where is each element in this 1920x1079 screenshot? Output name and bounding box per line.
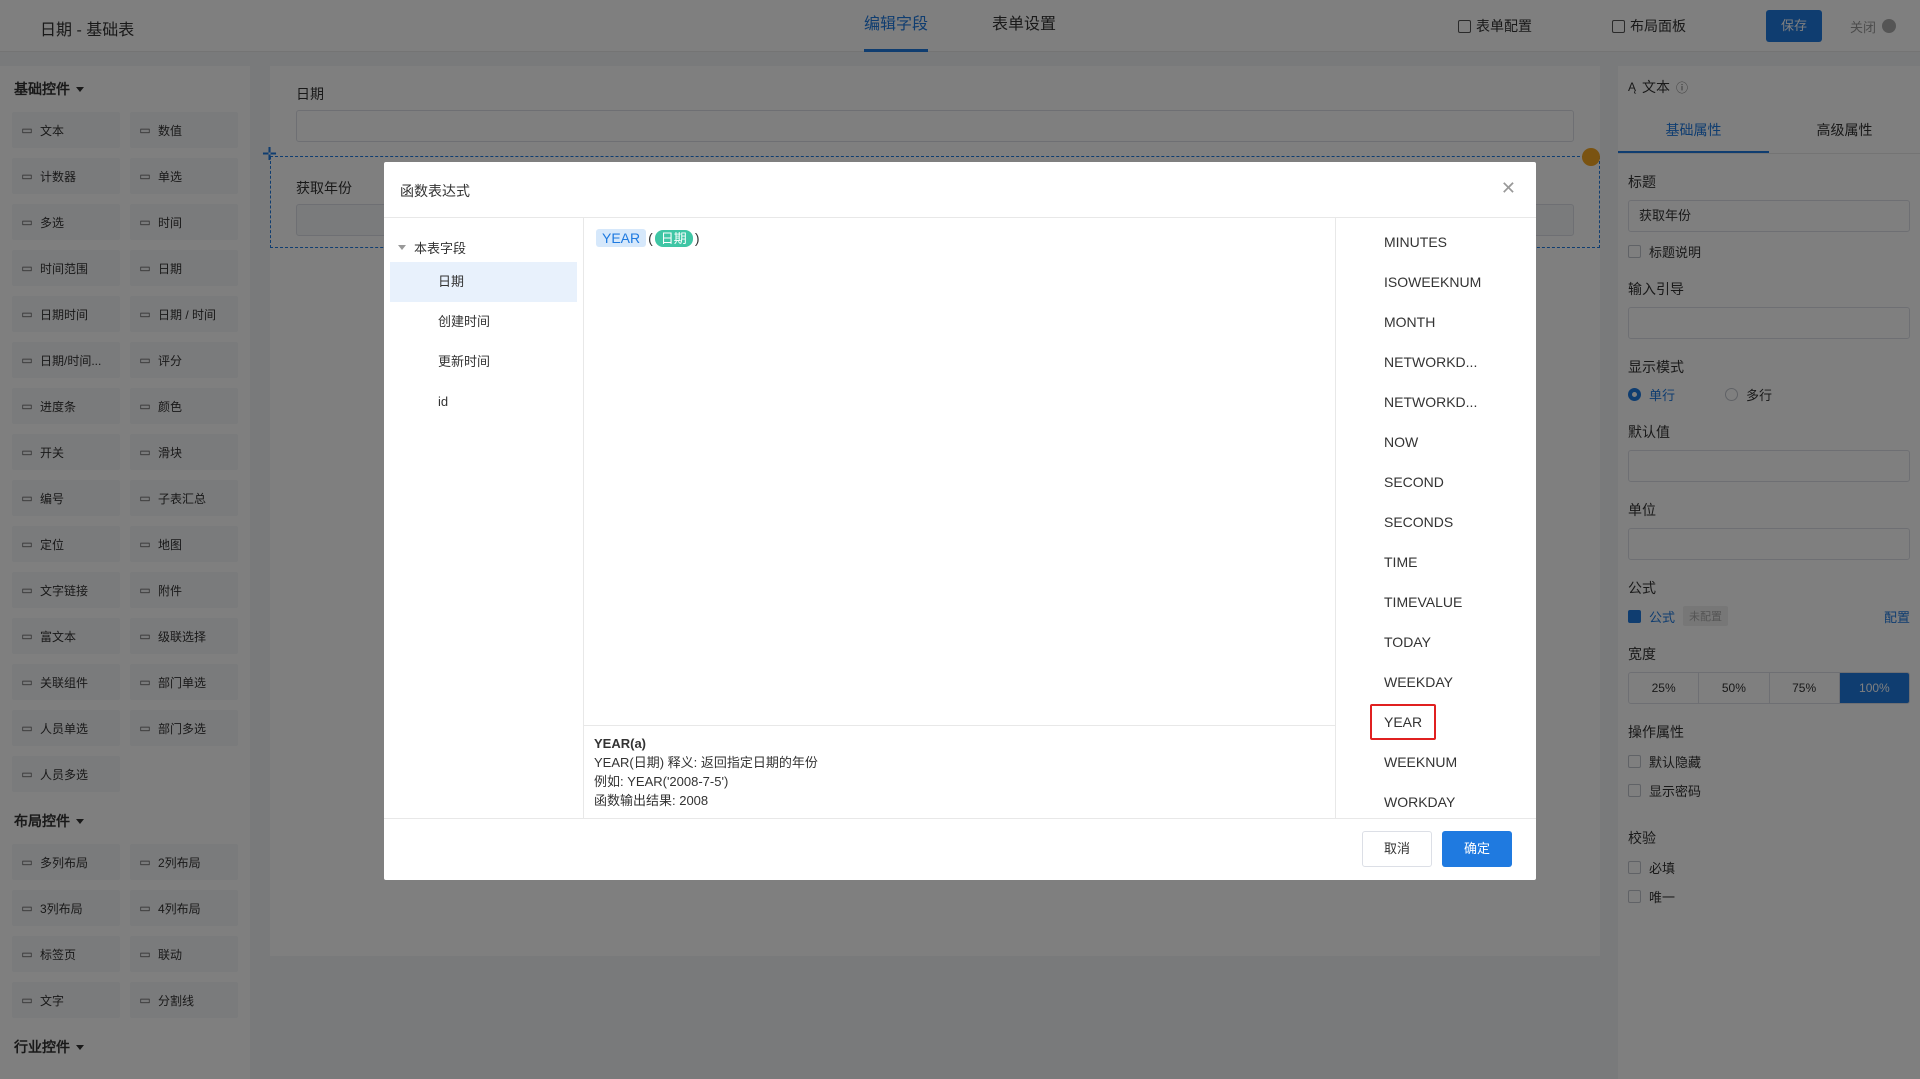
function-item-label: WORKDAY: [1384, 794, 1456, 810]
function-meaning: YEAR(日期) 释义: 返回指定日期的年份: [594, 755, 818, 770]
function-item-label: SECONDS: [1384, 514, 1454, 530]
function-item[interactable]: NETWORKD...: [1336, 382, 1516, 422]
dialog-header: 函数表达式 ✕: [384, 162, 1536, 218]
function-item[interactable]: MINUTES: [1336, 222, 1516, 262]
function-expression-dialog: 函数表达式 ✕ 本表字段 日期 创建时间 更新时间 id YEAR(日期) YE…: [384, 162, 1536, 880]
function-item[interactable]: SECOND: [1336, 462, 1516, 502]
function-item-label: NOW: [1384, 434, 1419, 450]
cancel-button[interactable]: 取消: [1362, 831, 1432, 867]
function-item[interactable]: TIME: [1336, 542, 1516, 582]
dialog-body: 本表字段 日期 创建时间 更新时间 id YEAR(日期) YEAR(a) YE…: [384, 218, 1536, 818]
dialog-title: 函数表达式: [400, 183, 470, 199]
function-description: YEAR(a) YEAR(日期) 释义: 返回指定日期的年份 例如: YEAR(…: [584, 726, 1336, 818]
function-item-label: TODAY: [1384, 634, 1431, 650]
function-item-label: WEEKDAY: [1384, 674, 1453, 690]
function-item[interactable]: NOW: [1336, 422, 1516, 462]
function-item[interactable]: TIMEVALUE: [1336, 582, 1516, 622]
dialog-footer: 取消 确定: [384, 818, 1536, 880]
tree-root[interactable]: 本表字段: [384, 232, 583, 262]
function-item-label: NETWORKD...: [1384, 394, 1478, 410]
field-item-date[interactable]: 日期: [390, 262, 577, 302]
function-item-label: YEAR: [1370, 704, 1437, 740]
confirm-button[interactable]: 确定: [1442, 831, 1512, 867]
function-item[interactable]: MONTH: [1336, 302, 1516, 342]
function-item[interactable]: ISOWEEKNUM: [1336, 262, 1516, 302]
tree-root-label: 本表字段: [414, 240, 467, 256]
field-item-id[interactable]: id: [390, 382, 577, 422]
function-item-label: WEEKNUM: [1384, 754, 1458, 770]
function-item-label: MINUTES: [1384, 234, 1447, 250]
function-list: MINUTES ISOWEEKNUM MONTH NETWORKD... NETWORK…: [1336, 218, 1536, 818]
function-item[interactable]: TODAY: [1336, 622, 1516, 662]
function-item-label: TIME: [1384, 554, 1418, 570]
function-item-label: MONTH: [1384, 314, 1436, 330]
function-item-label: SECOND: [1384, 474, 1444, 490]
field-tree: 本表字段 日期 创建时间 更新时间 id: [384, 218, 584, 818]
function-example: 例如: YEAR('2008-7-5'): [594, 774, 729, 789]
field-item-created[interactable]: 创建时间: [390, 302, 577, 342]
function-signature: YEAR(a): [594, 736, 647, 751]
close-icon[interactable]: ✕: [1501, 178, 1516, 199]
function-item[interactable]: WORKDAY: [1336, 782, 1516, 818]
argument-token[interactable]: 日期: [654, 230, 693, 247]
function-item[interactable]: NETWORKD...: [1336, 342, 1516, 382]
open-paren: (: [648, 230, 653, 246]
function-token[interactable]: YEAR: [596, 229, 647, 247]
caret-down-icon: [398, 244, 406, 250]
function-item[interactable]: WEEKDAY: [1336, 662, 1516, 702]
function-item[interactable]: YEAR: [1336, 702, 1516, 742]
function-item-label: TIMEVALUE: [1384, 594, 1463, 610]
function-item-label: NETWORKD...: [1384, 354, 1478, 370]
function-item-label: ISOWEEKNUM: [1384, 274, 1482, 290]
close-paren: ): [694, 230, 700, 246]
function-item[interactable]: SECONDS: [1336, 502, 1516, 542]
expression-editor[interactable]: YEAR(日期): [584, 218, 1336, 726]
function-item[interactable]: WEEKNUM: [1336, 742, 1516, 782]
field-item-updated[interactable]: 更新时间: [390, 342, 577, 382]
function-result: 函数输出结果: 2008: [594, 793, 709, 808]
